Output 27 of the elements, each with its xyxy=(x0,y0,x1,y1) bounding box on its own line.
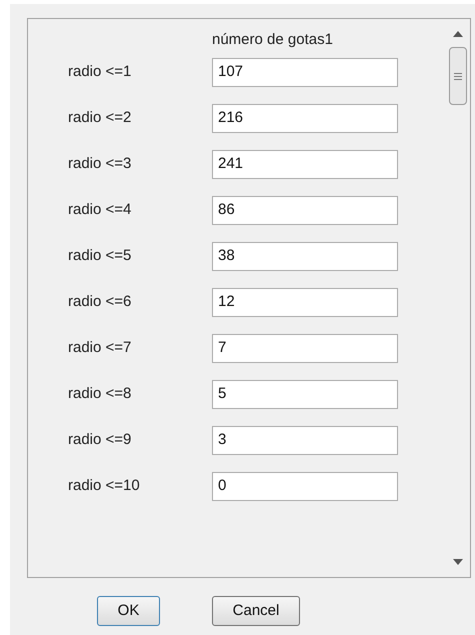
row-label: radio <=2 xyxy=(67,108,132,128)
value-field[interactable]: 216 xyxy=(212,104,398,132)
row-label: radio <=1 xyxy=(67,62,132,82)
dialog-button[interactable]: Cancel xyxy=(212,596,300,626)
row-label: radio <=7 xyxy=(67,338,132,358)
row-label: radio <=4 xyxy=(67,200,132,220)
value-field[interactable]: 86 xyxy=(212,196,398,224)
row-label: radio <=5 xyxy=(67,246,132,266)
value-field[interactable]: 107 xyxy=(212,58,398,86)
value-field[interactable]: 3 xyxy=(212,426,398,454)
scroll-up-icon[interactable] xyxy=(453,31,463,37)
value-field[interactable]: 12 xyxy=(212,288,398,316)
scrollbar-thumb[interactable] xyxy=(449,47,467,105)
row-label: radio <=3 xyxy=(67,154,132,174)
value-field[interactable]: 7 xyxy=(212,334,398,362)
dialog-button[interactable]: OK xyxy=(97,596,160,626)
row-label: radio <=8 xyxy=(67,384,132,404)
column-header: número de gotas1 xyxy=(212,31,333,48)
grip-icon xyxy=(454,72,462,80)
value-field[interactable]: 0 xyxy=(212,472,398,500)
value-field[interactable]: 38 xyxy=(212,242,398,270)
value-field[interactable]: 5 xyxy=(212,380,398,408)
value-field[interactable]: 241 xyxy=(212,150,398,178)
row-label: radio <=10 xyxy=(67,476,141,496)
row-label: radio <=9 xyxy=(67,430,132,450)
row-label: radio <=6 xyxy=(67,292,132,312)
scroll-down-icon[interactable] xyxy=(453,559,463,565)
